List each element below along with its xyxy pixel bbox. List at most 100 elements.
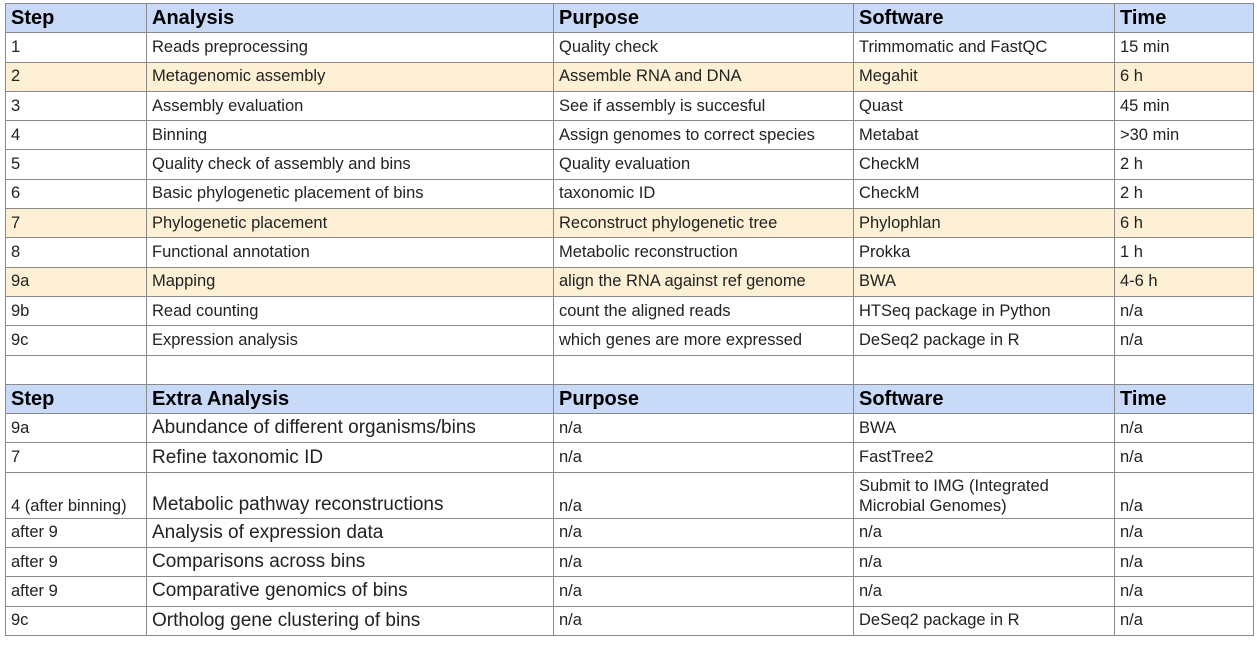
table2-header-software[interactable]: Software: [853, 383, 1115, 415]
table1-cell-software[interactable]: CheckM: [853, 149, 1115, 180]
table2-cell-time[interactable]: n/a: [1114, 576, 1254, 607]
table1-cell-step[interactable]: 7: [5, 208, 147, 239]
table2-cell-analysis[interactable]: Analysis of expression data: [146, 517, 554, 549]
table2-cell-step[interactable]: after 9: [5, 547, 147, 578]
table1-cell-purpose[interactable]: Assign genomes to correct species: [553, 120, 854, 151]
table2-cell-step[interactable]: after 9: [5, 576, 147, 607]
table2-cell-analysis[interactable]: Ortholog gene clustering of bins: [146, 605, 554, 636]
table1-cell-purpose[interactable]: align the RNA against ref genome: [553, 266, 854, 297]
table1-cell-software[interactable]: BWA: [853, 266, 1115, 297]
table1-cell-analysis[interactable]: Phylogenetic placement: [146, 208, 554, 239]
table2-cell-purpose[interactable]: n/a: [553, 413, 854, 444]
table2-cell-software[interactable]: FastTree2: [853, 442, 1115, 473]
table1-cell-purpose[interactable]: count the aligned reads: [553, 295, 854, 327]
table1-cell-time[interactable]: 4-6 h: [1114, 266, 1254, 297]
empty-cell-time[interactable]: [1114, 354, 1254, 385]
table1-cell-analysis[interactable]: Functional annotation: [146, 237, 554, 268]
table1-cell-analysis[interactable]: Expression analysis: [146, 325, 554, 356]
empty-cell-step[interactable]: [5, 354, 147, 385]
table2-cell-purpose[interactable]: n/a: [553, 605, 854, 636]
table2-cell-time[interactable]: n/a: [1114, 547, 1254, 578]
table2-cell-step[interactable]: 4 (after binning): [5, 471, 147, 519]
empty-cell-purpose[interactable]: [553, 354, 854, 385]
table1-cell-purpose[interactable]: Reconstruct phylogenetic tree: [553, 208, 854, 239]
table1-cell-step[interactable]: 1: [5, 32, 147, 63]
table1-cell-software[interactable]: Metabat: [853, 120, 1115, 151]
table1-cell-time[interactable]: 6 h: [1114, 208, 1254, 239]
table2-cell-software[interactable]: Submit to IMG (Integrated Microbial Geno…: [853, 471, 1115, 519]
table2-cell-step[interactable]: after 9: [5, 517, 147, 549]
table1-cell-step[interactable]: 2: [5, 61, 147, 92]
table1-cell-analysis[interactable]: Metagenomic assembly: [146, 61, 554, 92]
table1-cell-step[interactable]: 9a: [5, 266, 147, 297]
table2-cell-purpose[interactable]: n/a: [553, 471, 854, 519]
empty-cell-analysis[interactable]: [146, 354, 554, 385]
table1-cell-time[interactable]: 6 h: [1114, 61, 1254, 92]
table2-cell-analysis[interactable]: Comparative genomics of bins: [146, 576, 554, 607]
table1-cell-time[interactable]: 2 h: [1114, 149, 1254, 180]
table1-cell-analysis[interactable]: Assembly evaluation: [146, 90, 554, 122]
table1-cell-purpose[interactable]: Metabolic reconstruction: [553, 237, 854, 268]
table1-cell-time[interactable]: 45 min: [1114, 90, 1254, 122]
table1-cell-time[interactable]: >30 min: [1114, 120, 1254, 151]
table1-cell-purpose[interactable]: Quality evaluation: [553, 149, 854, 180]
table1-cell-software[interactable]: HTSeq package in Python: [853, 295, 1115, 327]
table1-cell-purpose[interactable]: Quality check: [553, 32, 854, 63]
table1-cell-time[interactable]: n/a: [1114, 295, 1254, 327]
table1-cell-step[interactable]: 5: [5, 149, 147, 180]
table2-cell-time[interactable]: n/a: [1114, 413, 1254, 444]
table1-cell-analysis[interactable]: Mapping: [146, 266, 554, 297]
table2-cell-step[interactable]: 9a: [5, 413, 147, 444]
table2-cell-software[interactable]: DeSeq2 package in R: [853, 605, 1115, 636]
table1-cell-purpose[interactable]: taxonomic ID: [553, 178, 854, 210]
table1-header-time[interactable]: Time: [1114, 2, 1254, 34]
table2-cell-step[interactable]: 9c: [5, 605, 147, 636]
table2-cell-software[interactable]: BWA: [853, 413, 1115, 444]
empty-cell-software[interactable]: [853, 354, 1115, 385]
table1-cell-analysis[interactable]: Read counting: [146, 295, 554, 327]
table1-cell-software[interactable]: Trimmomatic and FastQC: [853, 32, 1115, 63]
table1-header-software[interactable]: Software: [853, 2, 1115, 34]
table1-cell-software[interactable]: CheckM: [853, 178, 1115, 210]
table1-cell-purpose[interactable]: Assemble RNA and DNA: [553, 61, 854, 92]
table1-cell-step[interactable]: 3: [5, 90, 147, 122]
table2-cell-analysis[interactable]: Abundance of different organisms/bins: [146, 413, 554, 444]
table1-header-purpose[interactable]: Purpose: [553, 2, 854, 34]
table2-cell-time[interactable]: n/a: [1114, 605, 1254, 636]
table1-header-analysis[interactable]: Analysis: [146, 2, 554, 34]
table1-header-step[interactable]: Step: [5, 2, 147, 34]
table2-cell-time[interactable]: n/a: [1114, 517, 1254, 549]
table2-cell-analysis[interactable]: Metabolic pathway reconstructions: [146, 471, 554, 519]
table1-cell-time[interactable]: 1 h: [1114, 237, 1254, 268]
table2-cell-purpose[interactable]: n/a: [553, 576, 854, 607]
table2-header-purpose[interactable]: Purpose: [553, 383, 854, 415]
table1-cell-analysis[interactable]: Binning: [146, 120, 554, 151]
table2-cell-step[interactable]: 7: [5, 442, 147, 473]
table1-cell-time[interactable]: n/a: [1114, 325, 1254, 356]
table2-cell-analysis[interactable]: Refine taxonomic ID: [146, 442, 554, 473]
table1-cell-software[interactable]: Quast: [853, 90, 1115, 122]
table2-cell-time[interactable]: n/a: [1114, 471, 1254, 519]
table2-header-time[interactable]: Time: [1114, 383, 1254, 415]
table2-header-analysis[interactable]: Extra Analysis: [146, 383, 554, 415]
table1-cell-step[interactable]: 6: [5, 178, 147, 210]
table2-cell-purpose[interactable]: n/a: [553, 442, 854, 473]
table1-cell-time[interactable]: 2 h: [1114, 178, 1254, 210]
table1-cell-analysis[interactable]: Quality check of assembly and bins: [146, 149, 554, 180]
table1-cell-software[interactable]: Phylophlan: [853, 208, 1115, 239]
table2-cell-purpose[interactable]: n/a: [553, 517, 854, 549]
table1-cell-step[interactable]: 9c: [5, 325, 147, 356]
table2-cell-software[interactable]: n/a: [853, 547, 1115, 578]
table2-cell-time[interactable]: n/a: [1114, 442, 1254, 473]
table2-cell-software[interactable]: n/a: [853, 576, 1115, 607]
table1-cell-time[interactable]: 15 min: [1114, 32, 1254, 63]
table2-cell-analysis[interactable]: Comparisons across bins: [146, 547, 554, 578]
table1-cell-step[interactable]: 8: [5, 237, 147, 268]
table1-cell-purpose[interactable]: See if assembly is succesful: [553, 90, 854, 122]
table2-cell-software[interactable]: n/a: [853, 517, 1115, 549]
table1-cell-software[interactable]: DeSeq2 package in R: [853, 325, 1115, 356]
table2-cell-purpose[interactable]: n/a: [553, 547, 854, 578]
table1-cell-step[interactable]: 4: [5, 120, 147, 151]
table1-cell-purpose[interactable]: which genes are more expressed: [553, 325, 854, 356]
table1-cell-analysis[interactable]: Basic phylogenetic placement of bins: [146, 178, 554, 210]
